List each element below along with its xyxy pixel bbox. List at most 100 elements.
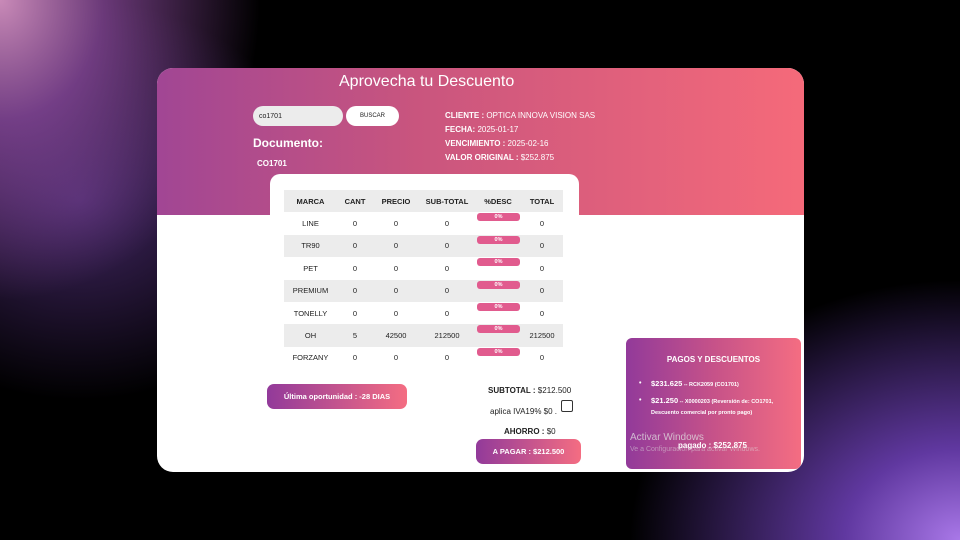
original-value: $252.875 xyxy=(520,153,555,162)
table-row: TONELLY 0 0 0 0% 0 xyxy=(284,302,563,324)
discount-pill[interactable]: 0% xyxy=(477,325,520,334)
cell-desc: 0% xyxy=(475,234,521,258)
cell-cant: 0 xyxy=(337,279,373,302)
document-label: Documento: xyxy=(253,136,323,150)
cell-precio: 0 xyxy=(373,234,419,258)
cell-subtotal: 0 xyxy=(419,279,475,302)
table-row: OH 5 42500 212500 0% 212500 xyxy=(284,324,563,347)
last-chance-badge: Última oportunidad : -28 DIAS xyxy=(267,384,407,409)
cell-marca: PREMIUM xyxy=(284,279,337,302)
cell-marca: TONELLY xyxy=(293,308,328,318)
cell-marca: TR90 xyxy=(284,234,337,258)
discount-pill[interactable]: 0% xyxy=(477,280,520,289)
cell-subtotal: 212500 xyxy=(419,324,475,347)
cell-marca: LINE xyxy=(302,219,319,229)
discount-pill[interactable]: 0% xyxy=(477,347,520,356)
cell-cant: 0 xyxy=(352,219,358,229)
client-info: CLIENTE : OPTICA INNOVA VISION SAS FECHA… xyxy=(445,109,595,165)
subtotal-value: $212.500 xyxy=(537,386,572,395)
discount-pill[interactable]: 0% xyxy=(477,213,520,222)
discount-pill[interactable]: 0% xyxy=(477,302,520,311)
products-table: MARCA CANT PRECIO SUB-TOTAL %DESC TOTAL … xyxy=(284,190,563,369)
table-row: PET 0 0 0 0% 0 xyxy=(284,257,563,279)
due-date-row: VENCIMIENTO : 2025-02-16 xyxy=(445,137,595,151)
header-cant: CANT xyxy=(337,190,373,213)
client-row: CLIENTE : OPTICA INNOVA VISION SAS xyxy=(445,109,595,123)
header-marca: MARCA xyxy=(284,190,337,213)
due-date-value: 2025-02-16 xyxy=(507,139,549,148)
cell-desc: 0% xyxy=(475,257,521,279)
savings-label: AHORRO : xyxy=(504,427,545,436)
savings-row: AHORRO : $0 xyxy=(504,427,556,436)
cell-total: 0 xyxy=(539,263,545,273)
table-row: LINE 0 0 0 0% 0 xyxy=(284,212,563,234)
cell-marca: OH xyxy=(284,324,337,347)
header-precio: PRECIO xyxy=(373,190,419,213)
iva-checkbox[interactable] xyxy=(561,400,573,412)
document-value: CO1701 xyxy=(257,159,287,168)
cell-desc: 0% xyxy=(475,212,521,234)
due-date-label: VENCIMIENTO : xyxy=(445,139,506,148)
discount-pill[interactable]: 0% xyxy=(477,235,520,244)
cell-desc: 0% xyxy=(475,279,521,302)
cell-subtotal: 0 xyxy=(444,219,450,229)
cell-desc: 0% xyxy=(475,302,521,324)
date-label: FECHA: xyxy=(445,125,476,134)
cell-total: 0 xyxy=(539,353,545,363)
cell-marca: FORZANY xyxy=(292,353,329,363)
original-value-label: VALOR ORIGINAL : xyxy=(445,153,519,162)
client-value: OPTICA INNOVA VISION SAS xyxy=(486,111,596,120)
header-desc: %DESC xyxy=(475,190,521,213)
header-subtotal: SUB-TOTAL xyxy=(419,190,475,213)
cell-desc: 0% xyxy=(475,324,521,347)
payment-amount: $21.250 xyxy=(651,396,679,405)
savings-value: $0 xyxy=(546,427,556,436)
cell-total: 0 xyxy=(539,308,545,318)
windows-activation-subtitle: Ve a Configuración para activar Windows. xyxy=(630,446,760,453)
discount-pill[interactable]: 0% xyxy=(477,258,520,267)
cell-subtotal: 0 xyxy=(444,308,450,318)
cell-cant: 0 xyxy=(337,234,373,258)
table-header-row: MARCA CANT PRECIO SUB-TOTAL %DESC TOTAL xyxy=(284,190,563,213)
cell-precio: 0 xyxy=(393,219,399,229)
payment-amount: $231.625 xyxy=(651,379,683,388)
date-value: 2025-01-17 xyxy=(477,125,519,134)
cell-total: 0 xyxy=(539,219,545,229)
cell-subtotal: 0 xyxy=(444,263,450,273)
cell-precio: 42500 xyxy=(373,324,419,347)
cell-total: 212500 xyxy=(521,324,563,347)
subtotal-label: SUBTOTAL : xyxy=(488,386,536,395)
iva-label: aplica IVA19% $0 . xyxy=(490,407,558,416)
table-row: FORZANY 0 0 0 0% 0 xyxy=(284,347,563,369)
date-row: FECHA: 2025-01-17 xyxy=(445,123,595,137)
header-total: TOTAL xyxy=(521,190,563,213)
cell-subtotal: 0 xyxy=(419,234,475,258)
cell-total: 0 xyxy=(521,279,563,302)
subtotal-row: SUBTOTAL : $212.500 xyxy=(488,386,571,395)
cell-cant: 0 xyxy=(352,353,358,363)
payments-title: PAGOS Y DESCUENTOS xyxy=(666,355,761,364)
payment-item: $231.625 -- RCK2059 (CO1701) xyxy=(639,379,786,391)
cell-total: 0 xyxy=(521,234,563,258)
cell-precio: 0 xyxy=(393,308,399,318)
cell-cant: 0 xyxy=(352,263,358,273)
payment-item: $21.250 -- X0000203 (Reversión de: CO170… xyxy=(639,396,786,418)
client-label: CLIENTE : xyxy=(445,111,485,120)
page-title: Aprovecha tu Descuento xyxy=(339,73,515,90)
search-button[interactable]: BUSCAR xyxy=(346,106,399,126)
search-input[interactable] xyxy=(253,106,343,126)
cell-precio: 0 xyxy=(373,279,419,302)
cell-desc: 0% xyxy=(475,347,521,369)
cell-cant: 0 xyxy=(352,308,358,318)
cell-marca: PET xyxy=(303,263,318,273)
cell-precio: 0 xyxy=(393,263,399,273)
pay-button[interactable]: A PAGAR : $212.500 xyxy=(476,439,581,464)
cell-subtotal: 0 xyxy=(444,353,450,363)
original-value-row: VALOR ORIGINAL : $252.875 xyxy=(445,151,595,165)
table-row: PREMIUM 0 0 0 0% 0 xyxy=(284,279,563,302)
payment-detail: -- RCK2059 (CO1701) xyxy=(683,382,739,388)
products-table-card: MARCA CANT PRECIO SUB-TOTAL %DESC TOTAL … xyxy=(270,174,579,374)
cell-cant: 5 xyxy=(337,324,373,347)
windows-activation-title: Activar Windows xyxy=(630,432,704,443)
table-row: TR90 0 0 0 0% 0 xyxy=(284,234,563,258)
